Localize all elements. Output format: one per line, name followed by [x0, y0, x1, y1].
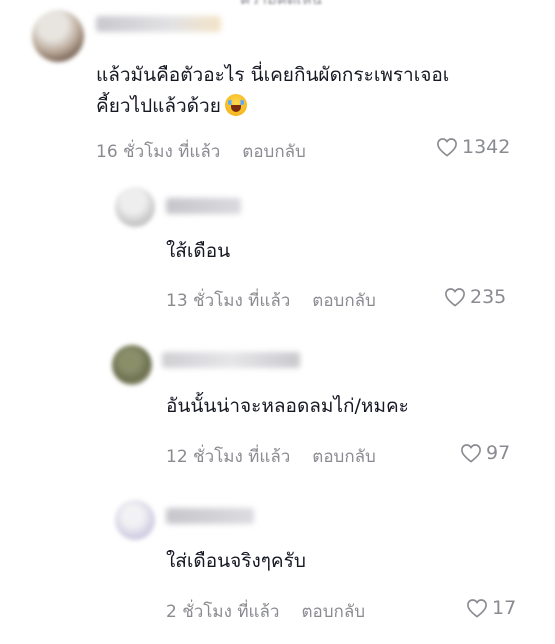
avatar[interactable] — [115, 187, 155, 227]
username[interactable] — [162, 352, 300, 368]
avatar[interactable] — [112, 345, 152, 385]
timestamp: 12 ชั่วโมง ที่แล้ว — [166, 447, 291, 467]
timestamp: 16 ชั่วโมง ที่แล้ว — [96, 142, 221, 162]
reply-button[interactable]: ตอบกลับ — [312, 443, 376, 470]
previous-content-cutoff: ความคิดเห็น — [240, 0, 360, 4]
like-button[interactable]: 17 — [466, 597, 516, 619]
reply-button[interactable]: ตอบกลับ — [312, 287, 376, 314]
comment-meta: 13 ชั่วโมง ที่แล้ว ตอบกลับ — [166, 287, 376, 314]
comment-text: คี้ยวไปแล้วด้วย — [96, 90, 247, 122]
like-count: 17 — [492, 597, 517, 619]
loudly-crying-emoji-icon — [224, 94, 247, 116]
heart-outline-icon — [437, 138, 457, 157]
heart-outline-icon — [461, 444, 481, 463]
like-button[interactable]: 235 — [444, 286, 506, 308]
comment-text: แล้วมันคือตัวอะไร นี่เคยกินผัดกระเพราเจอ… — [96, 59, 449, 91]
username[interactable] — [166, 508, 254, 524]
avatar[interactable] — [115, 500, 155, 540]
comment-meta: 16 ชั่วโมง ที่แล้ว ตอบกลับ — [96, 138, 306, 165]
like-count: 235 — [470, 286, 507, 308]
heart-outline-icon — [445, 288, 465, 307]
comment-text-line: คี้ยวไปแล้วด้วย — [96, 95, 221, 117]
comment-text: ใส่เดือนจริงๆครับ — [166, 550, 306, 572]
like-count: 1342 — [462, 136, 511, 158]
comment-meta: 2 ชั่วโมง ที่แล้ว ตอบกลับ — [166, 598, 365, 625]
reply-button[interactable]: ตอบกลับ — [301, 598, 365, 625]
username[interactable] — [96, 16, 221, 32]
comment-text: อันนั้นน่าจะหลอดลมไก่/หมคะ — [166, 395, 409, 417]
avatar[interactable] — [32, 10, 84, 62]
username[interactable] — [166, 198, 241, 214]
comment-text-line: แล้วมันคือตัวอะไร นี่เคยกินผัดกระเพราเจอ… — [96, 64, 450, 86]
reply-button[interactable]: ตอบกลับ — [242, 138, 306, 165]
like-button[interactable]: 1342 — [436, 136, 510, 158]
comment-text: ใส้เดือน — [166, 240, 231, 262]
timestamp: 2 ชั่วโมง ที่แล้ว — [166, 602, 280, 622]
heart-outline-icon — [467, 599, 487, 618]
like-button[interactable]: 97 — [460, 442, 510, 464]
like-count: 97 — [486, 442, 511, 464]
timestamp: 13 ชั่วโมง ที่แล้ว — [166, 291, 291, 311]
comment-meta: 12 ชั่วโมง ที่แล้ว ตอบกลับ — [166, 443, 376, 470]
